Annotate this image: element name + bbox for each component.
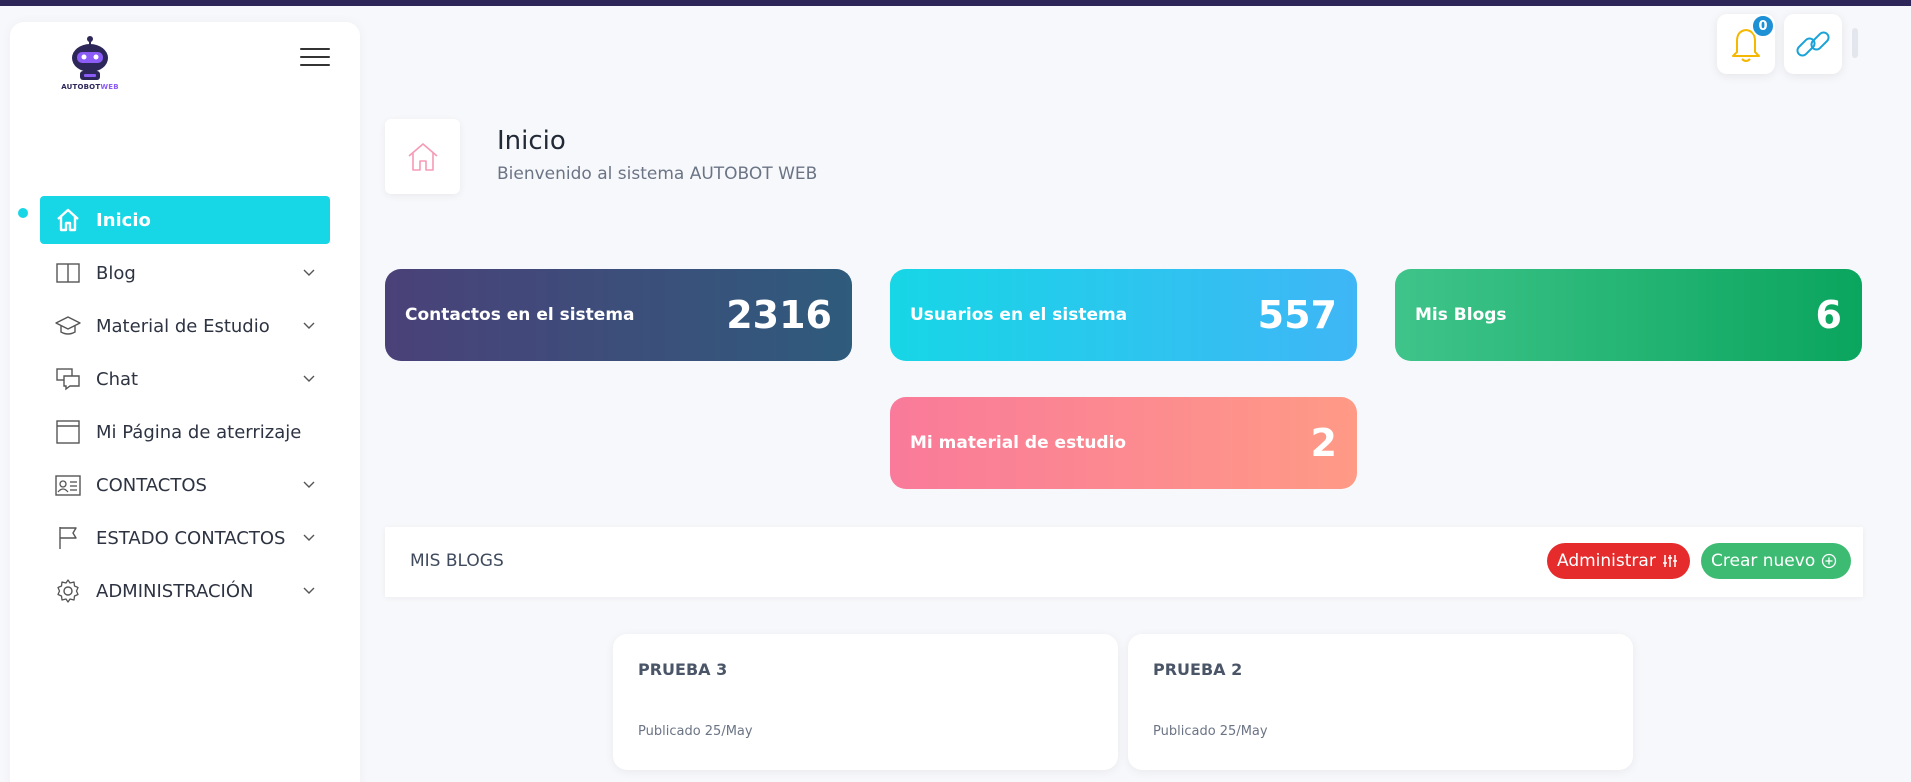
gear-icon [54,577,82,605]
page-subtitle: Bienvenido al sistema AUTOBOT WEB [497,164,818,184]
graduation-cap-icon [54,312,82,340]
notifications-button[interactable]: 0 [1717,14,1775,74]
section-title: MIS BLOGS [410,551,504,571]
id-card-icon [54,471,82,499]
sidebar-item-label: ADMINISTRACIÓN [96,580,254,602]
stat-value: 557 [1257,293,1337,337]
chevron-down-icon [303,587,315,594]
sidebar-item-label: Mi Página de aterrizaje [96,421,302,443]
crear-nuevo-button[interactable]: Crear nuevo [1701,543,1851,579]
blog-card-date: Publicado 25/May [638,724,753,739]
stat-value: 6 [1815,293,1842,337]
sidebar-item-material-estudio[interactable]: Material de Estudio [40,302,330,350]
sidebar-item-label: Chat [96,368,139,390]
stat-label: Mi material de estudio [910,433,1127,453]
sidebar: AUTOBOTWEB Inicio Blog Material de Estud… [10,22,360,782]
sidebar-item-label: Blog [96,262,136,284]
logo-text: AUTOBOTWEB [61,83,119,91]
mis-blogs-panel: MIS BLOGS Administrar Crear nuevo [385,527,1863,597]
button-label: Crear nuevo [1711,551,1816,571]
top-accent-bar [0,0,1911,6]
blog-card-title: PRUEBA 3 [638,660,728,679]
home-icon [407,142,438,171]
browser-window-icon [54,418,82,446]
chevron-down-icon [303,322,315,329]
stat-value: 2 [1310,421,1337,465]
active-indicator-dot [18,208,28,218]
links-button[interactable] [1784,14,1842,74]
blog-card[interactable]: PRUEBA 2 Publicado 25/May [1128,634,1633,770]
chevron-down-icon [303,481,315,488]
stat-value: 2316 [726,293,832,337]
stat-card-contactos[interactable]: Contactos en el sistema 2316 [385,269,852,361]
sidebar-item-blog[interactable]: Blog [40,249,330,297]
app-logo[interactable]: AUTOBOTWEB [50,34,130,104]
book-icon [54,259,82,287]
link-icon [1796,31,1830,57]
sidebar-item-label: Inicio [96,209,151,231]
page-title: Inicio [497,126,566,156]
sidebar-item-label: Material de Estudio [96,315,270,337]
blog-card-title: PRUEBA 2 [1153,660,1243,679]
stat-card-material-estudio[interactable]: Mi material de estudio 2 [890,397,1357,489]
chevron-down-icon [303,269,315,276]
sidebar-item-inicio[interactable]: Inicio [40,196,330,244]
blog-card-date: Publicado 25/May [1153,724,1268,739]
blog-card[interactable]: PRUEBA 3 Publicado 25/May [613,634,1118,770]
sliders-icon [1662,555,1677,567]
stat-label: Usuarios en el sistema [910,305,1128,325]
administrar-button[interactable]: Administrar [1547,543,1690,579]
chevron-down-icon [303,534,315,541]
sidebar-item-chat[interactable]: Chat [40,355,330,403]
topbar-scroll-handle [1852,28,1858,58]
home-icon [54,206,82,234]
robot-logo-icon [72,36,108,80]
stat-label: Mis Blogs [1415,305,1507,325]
sidebar-item-contactos[interactable]: CONTACTOS [40,461,330,509]
chat-icon [54,365,82,393]
sidebar-item-landing-page[interactable]: Mi Página de aterrizaje [40,408,330,456]
hamburger-line [300,64,330,66]
sidebar-item-estado-contactos[interactable]: ESTADO CONTACTOS [40,514,330,562]
hamburger-line [300,56,330,58]
stat-label: Contactos en el sistema [405,305,635,325]
menu-toggle-button[interactable] [300,48,330,70]
notification-count-badge: 0 [1751,14,1775,38]
sidebar-item-label: CONTACTOS [96,474,207,496]
page-icon-tile [385,119,460,194]
stat-card-usuarios[interactable]: Usuarios en el sistema 557 [890,269,1357,361]
stat-card-mis-blogs[interactable]: Mis Blogs 6 [1395,269,1862,361]
chevron-down-icon [303,375,315,382]
button-label: Administrar [1557,551,1656,571]
sidebar-item-administracion[interactable]: ADMINISTRACIÓN [40,567,330,615]
flag-icon [54,524,82,552]
hamburger-icon [300,48,330,50]
sidebar-item-label: ESTADO CONTACTOS [96,527,286,549]
plus-circle-icon [1822,553,1837,569]
